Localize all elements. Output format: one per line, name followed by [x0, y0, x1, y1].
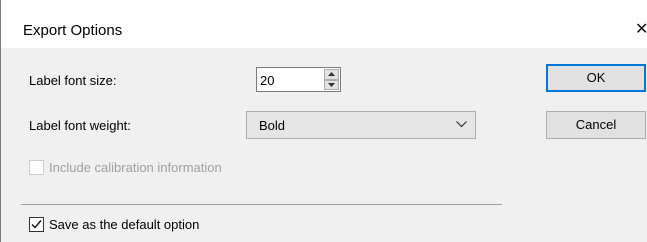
spinner-buttons [324, 69, 339, 90]
checkmark-icon [31, 220, 42, 229]
spin-up-button[interactable] [324, 69, 339, 80]
label-font-size-spinner[interactable] [256, 67, 341, 92]
label-font-weight-label: Label font weight: [29, 118, 131, 133]
include-calibration-label: Include calibration information [49, 160, 222, 175]
spin-down-button[interactable] [324, 79, 339, 90]
title-bar: Export Options ✕ [1, 0, 647, 48]
export-options-dialog: Export Options ✕ Label font size: Label … [0, 0, 647, 242]
include-calibration-checkbox[interactable] [29, 160, 44, 175]
save-default-checkbox[interactable] [29, 217, 44, 232]
separator [21, 204, 502, 205]
dialog-title: Export Options [23, 22, 123, 39]
ok-button[interactable]: OK [546, 64, 646, 92]
triangle-down-icon [328, 82, 335, 87]
chevron-down-icon [456, 121, 467, 128]
close-icon[interactable]: ✕ [635, 20, 647, 38]
triangle-up-icon [328, 72, 335, 76]
label-font-size-label: Label font size: [29, 73, 117, 88]
label-font-weight-value: Bold [259, 118, 286, 133]
label-font-size-input[interactable] [260, 72, 318, 88]
cancel-button[interactable]: Cancel [546, 111, 646, 139]
label-font-weight-select[interactable]: Bold [246, 111, 476, 139]
save-default-label: Save as the default option [49, 217, 200, 232]
